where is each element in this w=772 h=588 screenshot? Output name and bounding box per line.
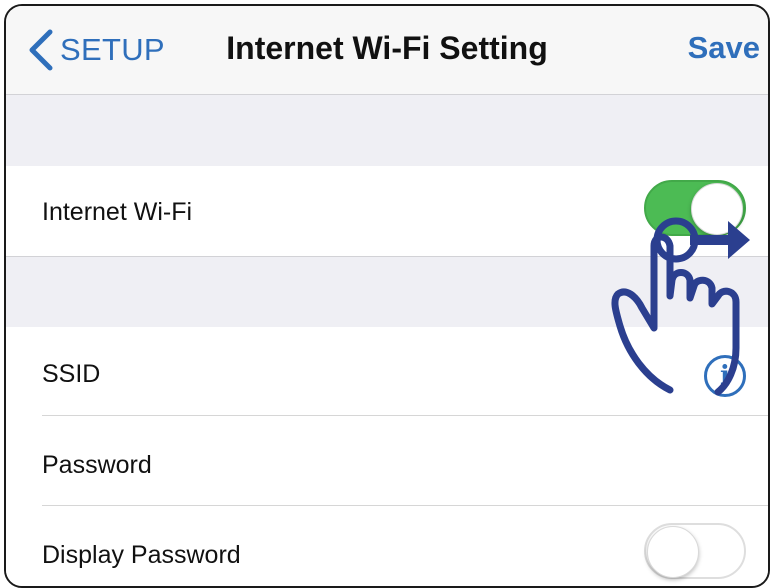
row-divider <box>42 415 768 416</box>
save-button[interactable]: Save <box>688 30 760 66</box>
section-spacer <box>6 94 768 167</box>
navigation-bar: SETUP Internet Wi-Fi Setting Save <box>6 6 768 95</box>
ssid-info-icon[interactable]: i <box>704 355 746 397</box>
page-title: Internet Wi-Fi Setting <box>226 30 548 66</box>
internet-wifi-label: Internet Wi-Fi <box>42 198 193 226</box>
ssid-label: SSID <box>42 360 101 388</box>
toggle-knob <box>647 526 699 578</box>
phone-screen: SETUP Internet Wi-Fi Setting Save Intern… <box>4 4 770 588</box>
network-settings-group: SSID i Password Display Password <box>6 327 768 586</box>
password-label: Password <box>42 451 152 479</box>
display-password-label: Display Password <box>42 541 241 569</box>
display-password-toggle[interactable] <box>644 523 746 579</box>
toggle-knob <box>691 183 743 235</box>
row-divider <box>42 505 768 506</box>
internet-wifi-toggle[interactable] <box>644 180 746 236</box>
section-spacer <box>6 256 768 328</box>
internet-wifi-row: Internet Wi-Fi <box>6 166 768 256</box>
